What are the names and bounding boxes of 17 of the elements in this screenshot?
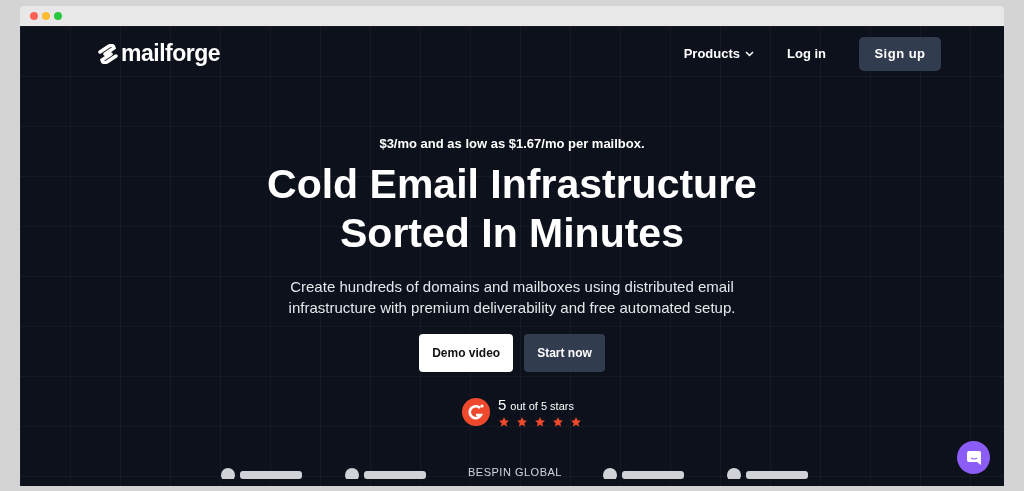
rating-caption: out of 5 stars bbox=[510, 400, 574, 412]
nav-link[interactable]: Products bbox=[683, 46, 754, 61]
demo-video-button[interactable]: Demo video bbox=[419, 334, 514, 372]
client-logo: BESPIN GLOBAL bbox=[468, 466, 562, 478]
subtitle: Create hundreds of domains and mailboxes using distributed email infrastructure with premium deliverability and free automated setup. bbox=[287, 277, 737, 318]
logo-text[interactable]: mailforge bbox=[121, 40, 221, 67]
headline: Cold Email Infrastructure Sorted In Minutes bbox=[267, 160, 757, 258]
pricing-text: $3/mo and as low as $1.67/mo per mailbox. bbox=[379, 136, 645, 151]
g2-badge-icon bbox=[462, 398, 490, 426]
sign-up-button[interactable]: Sign up bbox=[859, 36, 941, 71]
chevron-icon bbox=[745, 50, 754, 57]
chat-icon bbox=[965, 449, 982, 466]
logo-icon bbox=[97, 43, 119, 64]
nav-link[interactable]: Log in bbox=[787, 46, 826, 61]
rating-score: 5 bbox=[498, 396, 507, 413]
chat-button[interactable] bbox=[957, 441, 990, 474]
start-now-button[interactable]: Start now bbox=[524, 334, 605, 372]
